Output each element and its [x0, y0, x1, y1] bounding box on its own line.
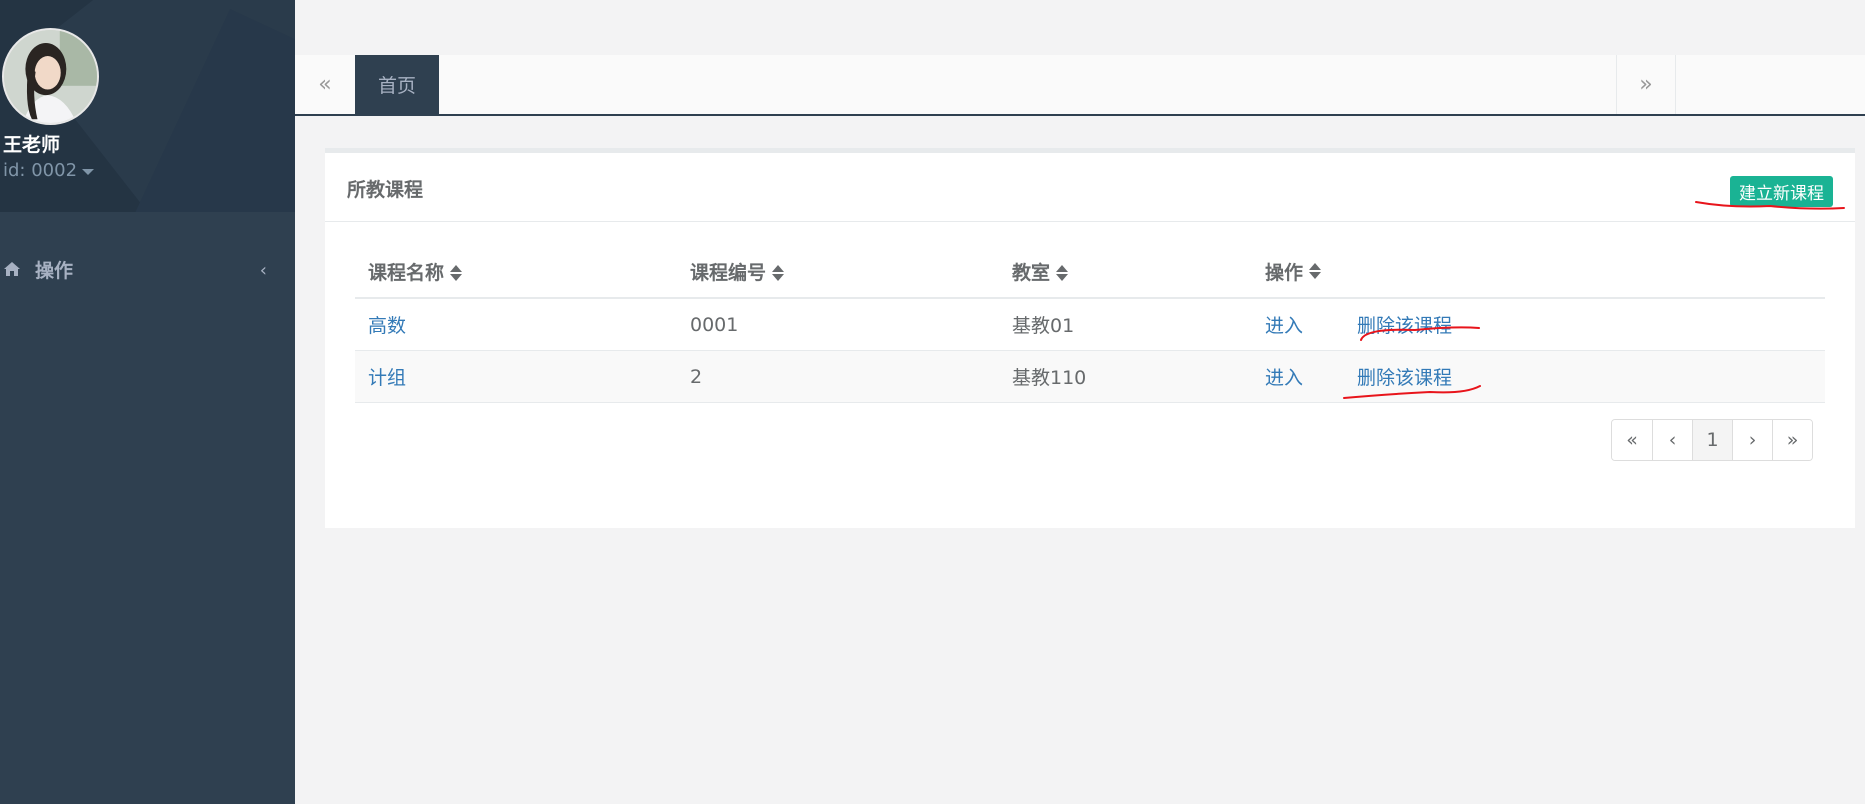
course-name-link[interactable]: 计组 [368, 367, 406, 389]
course-name-link[interactable]: 高数 [368, 315, 406, 337]
user-name: 王老师 [3, 134, 61, 156]
courses-panel: 所教课程 建立新课程 课程名称 课程编号 教室 操作 高数 0001 基教01 … [325, 148, 1855, 528]
table-row: 计组 2 基教110 进入 删除该课程 [355, 351, 1825, 403]
sidebar-item-label: 操作 [35, 259, 74, 282]
sidebar-item-operations[interactable]: 操作 ‹ [0, 252, 295, 286]
panel-title: 所教课程 [347, 179, 424, 201]
pagination-prev-button[interactable]: ‹ [1652, 420, 1692, 460]
column-header-actions[interactable]: 操作 [1252, 258, 1825, 285]
pagination-last-button[interactable]: » [1772, 420, 1812, 460]
profile-area: 王老师 id: 0002 [0, 0, 295, 212]
sidebar: 王老师 id: 0002 操作 ‹ [0, 0, 295, 804]
delete-course-link[interactable]: 删除该课程 [1357, 363, 1452, 390]
caret-down-icon [82, 169, 95, 175]
home-icon [4, 262, 20, 276]
chevron-left-icon: ‹ [259, 260, 267, 281]
user-id-dropdown[interactable]: id: 0002 [3, 160, 95, 181]
pagination-first-button[interactable]: « [1612, 420, 1652, 460]
table-header-row: 课程名称 课程编号 教室 操作 [355, 245, 1825, 299]
column-header-classroom[interactable]: 教室 [999, 258, 1252, 285]
pagination-page-button[interactable]: 1 [1692, 420, 1732, 460]
tab-scroll-left-button[interactable]: « [295, 55, 355, 114]
enter-course-link[interactable]: 进入 [1265, 311, 1303, 338]
tab-bar: « 首页 » [295, 55, 1865, 116]
sort-icon [772, 265, 785, 281]
pagination: « ‹ 1 › » [1611, 419, 1813, 461]
tab-scroll-right-button[interactable]: » [1616, 55, 1676, 114]
user-id-text: id: 0002 [3, 160, 78, 181]
classroom: 基教01 [1012, 315, 1075, 337]
top-bar [295, 0, 1865, 55]
sort-icon [1056, 265, 1069, 281]
sort-icon [450, 265, 463, 281]
tab-home[interactable]: 首页 [355, 55, 439, 114]
classroom: 基教110 [1012, 367, 1087, 389]
delete-course-link[interactable]: 删除该课程 [1357, 311, 1452, 338]
table-row: 高数 0001 基教01 进入 删除该课程 [355, 299, 1825, 351]
course-code: 0001 [690, 313, 739, 336]
pagination-next-button[interactable]: › [1732, 420, 1772, 460]
sort-icon [1309, 263, 1322, 279]
enter-course-link[interactable]: 进入 [1265, 363, 1303, 390]
column-header-course-name[interactable]: 课程名称 [355, 258, 677, 285]
course-code: 2 [690, 365, 703, 388]
avatar[interactable] [2, 28, 99, 125]
avatar-image [4, 30, 97, 123]
courses-table: 课程名称 课程编号 教室 操作 高数 0001 基教01 进入 删除该课程 计组… [355, 245, 1825, 403]
column-header-course-code[interactable]: 课程编号 [677, 258, 999, 285]
create-course-button[interactable]: 建立新课程 [1730, 176, 1833, 207]
panel-header: 所教课程 建立新课程 [325, 153, 1855, 222]
